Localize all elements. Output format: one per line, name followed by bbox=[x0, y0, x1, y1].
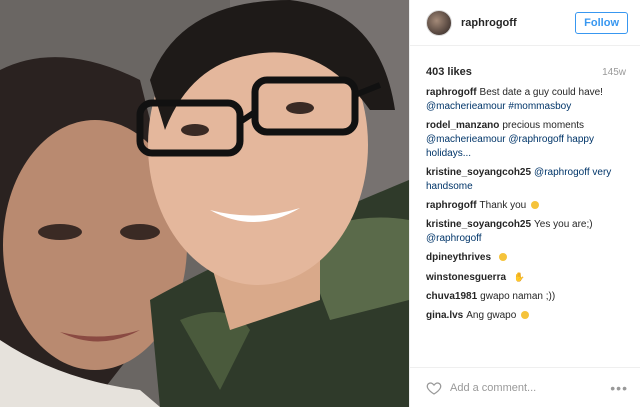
comment-item: kristine_soyangcoh25 Yes you are;) @raphr… bbox=[426, 218, 630, 246]
comment-item: raphrogoff Best date a guy could have! @m… bbox=[426, 86, 630, 114]
comment-author[interactable]: rodel_manzano bbox=[426, 120, 499, 131]
comments-list: raphrogoff Best date a guy could have! @m… bbox=[410, 86, 640, 323]
comment-author[interactable]: raphrogoff bbox=[426, 200, 477, 211]
post-header: raphrogoff Follow bbox=[410, 0, 640, 46]
comment-author[interactable]: dpineythrives bbox=[426, 252, 491, 263]
follow-button[interactable]: Follow bbox=[575, 11, 628, 34]
comment-text: Ang gwapo bbox=[466, 310, 517, 321]
comment-author[interactable]: chuva1981 bbox=[426, 291, 477, 302]
comment-item: gina.lvs Ang gwapo bbox=[426, 309, 630, 323]
comment-author[interactable]: kristine_soyangcoh25 bbox=[426, 167, 531, 178]
post-photo[interactable] bbox=[0, 0, 409, 407]
comment-author[interactable]: raphrogoff bbox=[426, 87, 477, 98]
comment-item: raphrogoff Thank you bbox=[426, 199, 630, 213]
post-age: 145w bbox=[602, 66, 626, 78]
comment-text: Yes you are;) bbox=[534, 219, 593, 230]
comment-item: dpineythrives bbox=[426, 251, 630, 265]
more-options-icon[interactable]: ••• bbox=[610, 380, 628, 396]
post-details-panel: raphrogoff Follow 403 likes 145w raphrog… bbox=[409, 0, 640, 407]
smiley-face-icon bbox=[531, 201, 540, 209]
username-link[interactable]: raphrogoff bbox=[461, 17, 575, 29]
comment-author[interactable]: kristine_soyangcoh25 bbox=[426, 219, 531, 230]
comment-text: gwapo naman ;)) bbox=[480, 291, 556, 302]
likes-count[interactable]: 403 likes bbox=[426, 66, 472, 78]
heart-eyes-face-icon bbox=[521, 311, 530, 319]
comment-mentions[interactable]: @raphrogoff bbox=[426, 233, 482, 244]
comment-text: Best date a guy could have! bbox=[479, 87, 603, 98]
post-stats: 403 likes 145w bbox=[410, 58, 640, 86]
comment-text: precious moments bbox=[502, 120, 585, 131]
comment-item: winstonesguerra ✋ bbox=[426, 270, 630, 285]
add-comment-input[interactable] bbox=[450, 381, 611, 394]
thumbs-up-icon: ✋ bbox=[513, 272, 526, 282]
smiley-face-icon bbox=[498, 253, 507, 261]
comment-author[interactable]: gina.lvs bbox=[426, 310, 463, 321]
comment-bar: ••• bbox=[410, 367, 640, 407]
comment-author[interactable]: winstonesguerra bbox=[426, 272, 506, 283]
comment-mentions[interactable]: @macherieamour @raphrogoff happy holiday… bbox=[426, 134, 594, 159]
selfie-illustration bbox=[0, 0, 409, 407]
avatar[interactable] bbox=[426, 9, 452, 36]
comment-mentions[interactable]: @macherieamour #mommasboy bbox=[426, 101, 571, 112]
comment-item: chuva1981 gwapo naman ;)) bbox=[426, 290, 630, 304]
comment-item: rodel_manzano precious moments @macheriea… bbox=[426, 119, 630, 161]
comment-item: kristine_soyangcoh25 @raphrogoff very han… bbox=[426, 166, 630, 194]
heart-icon[interactable] bbox=[426, 380, 442, 396]
comment-text: Thank you bbox=[479, 200, 527, 211]
